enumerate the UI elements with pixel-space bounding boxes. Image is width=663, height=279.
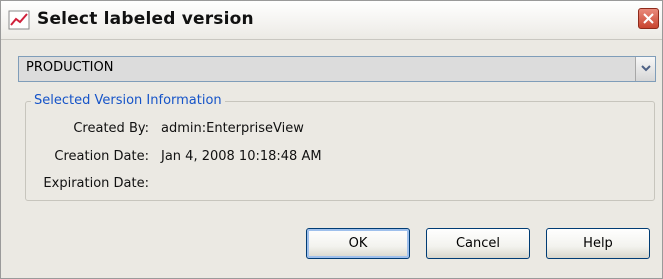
ok-button[interactable]: OK [306,228,410,259]
created-by-value: admin:EnterpriseView [161,121,304,136]
select-version-dialog: Select labeled version PRODUCTION Select… [0,0,663,279]
close-icon [643,13,654,24]
help-button[interactable]: Help [546,228,650,259]
chart-line-icon [8,10,30,30]
created-by-label: Created By: [73,121,149,136]
version-select-value: PRODUCTION [26,60,114,75]
close-button[interactable] [638,8,659,29]
version-select-dropdown-button[interactable] [635,57,655,81]
creation-date-label: Creation Date: [54,149,149,164]
title-bar[interactable]: Select labeled version [1,1,662,40]
version-select[interactable]: PRODUCTION [18,56,656,82]
version-info-group-title: Selected Version Information [31,93,225,108]
expiration-date-label: Expiration Date: [43,176,149,191]
cancel-button[interactable]: Cancel [426,228,530,259]
dialog-title: Select labeled version [37,9,254,29]
creation-date-value: Jan 4, 2008 10:18:48 AM [161,149,322,164]
chevron-down-icon [641,65,651,72]
